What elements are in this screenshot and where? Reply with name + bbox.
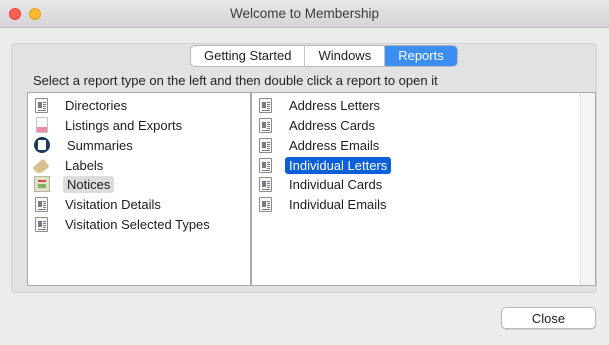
report-individual-cards[interactable]: Individual Cards: [258, 175, 386, 193]
list-item-label: Labels: [65, 157, 104, 173]
report-type-listings-exports[interactable]: Listings and Exports: [34, 116, 186, 134]
list-item-label: Individual Letters: [285, 156, 392, 174]
list-item-label: Address Letters: [289, 97, 381, 113]
list-item-label: Listings and Exports: [65, 117, 183, 133]
instruction-text: Select a report type on the left and the…: [33, 73, 438, 88]
close-button[interactable]: Close: [501, 307, 596, 329]
report-list-scrollbar[interactable]: [580, 93, 595, 285]
document-icon: [259, 176, 272, 192]
report-address-emails[interactable]: Address Emails: [258, 136, 383, 154]
report-type-summaries[interactable]: Summaries: [34, 136, 137, 154]
document-icon: [35, 216, 48, 232]
summary-icon: [34, 137, 50, 153]
report-type-directories[interactable]: Directories: [34, 96, 131, 114]
membership-window: Welcome to Membership Getting Started Wi…: [0, 0, 609, 345]
document-icon: [259, 97, 272, 113]
list-item-label: Individual Emails: [289, 196, 387, 212]
notice-icon: [34, 176, 50, 192]
report-individual-emails[interactable]: Individual Emails: [258, 195, 391, 213]
report-address-letters[interactable]: Address Letters: [258, 96, 384, 114]
report-list[interactable]: Address Letters Address Cards Address Em…: [251, 92, 596, 286]
tag-icon: [32, 158, 50, 175]
list-item-label: Address Emails: [289, 137, 380, 153]
tab-reports[interactable]: Reports: [385, 46, 457, 66]
tab-getting-started[interactable]: Getting Started: [191, 46, 306, 66]
list-item-label: Individual Cards: [289, 176, 383, 192]
document-icon: [35, 97, 48, 113]
tab-bar: Getting Started Windows Reports: [190, 45, 458, 67]
window-title: Welcome to Membership: [229, 6, 380, 21]
report-type-notices[interactable]: Notices: [34, 175, 115, 193]
list-item-label: Summaries: [67, 137, 133, 153]
document-icon: [259, 196, 272, 212]
document-icon: [35, 196, 48, 212]
report-type-visitation-details[interactable]: Visitation Details: [34, 195, 165, 213]
list-item-label: Notices: [63, 175, 115, 193]
listing-icon: [36, 117, 48, 133]
report-address-cards[interactable]: Address Cards: [258, 116, 379, 134]
title-bar: Welcome to Membership: [0, 0, 609, 28]
list-item-label: Address Cards: [289, 117, 375, 133]
list-item-label: Visitation Details: [65, 196, 161, 212]
list-item-label: Visitation Selected Types: [65, 216, 210, 232]
document-icon: [259, 157, 272, 173]
report-type-list[interactable]: Directories Listings and Exports Summari…: [27, 92, 251, 286]
report-type-visitation-selected-types[interactable]: Visitation Selected Types: [34, 215, 214, 233]
document-icon: [259, 117, 272, 133]
document-icon: [259, 137, 272, 153]
list-item-label: Directories: [65, 97, 128, 113]
report-individual-letters[interactable]: Individual Letters: [258, 156, 392, 174]
report-type-labels[interactable]: Labels: [32, 156, 107, 175]
tab-windows[interactable]: Windows: [305, 46, 386, 66]
